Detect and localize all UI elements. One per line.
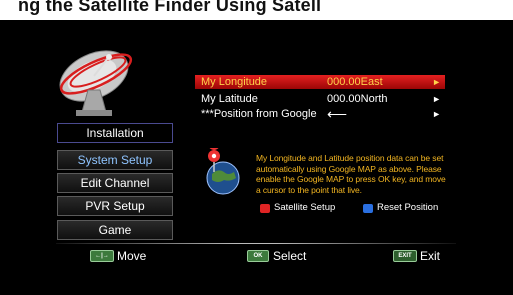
move-key-icon: ←|→ [90,250,114,262]
red-key-icon [260,204,270,213]
title-fragment: ng the Satellite Finder Using Satell [18,0,322,15]
footer-select-label: Select [273,249,307,263]
setting-value: 000.00North [327,93,388,105]
footer-exit-label: Exit [420,249,441,263]
exit-key-icon: EXIT [393,250,417,262]
red-key-label[interactable]: Satellite Setup [274,202,335,213]
globe-pin-icon [206,148,240,195]
setting-row-longitude[interactable]: My Longitude 000.00East ► [195,75,445,89]
info-text: My Longitude and Latitude position data … [256,153,446,195]
browser-title-strip: ng the Satellite Finder Using Satell [0,0,513,20]
setting-row-position-from-google[interactable]: ***Position from Google ⟵ ► [195,107,445,121]
blue-key-label[interactable]: Reset Position [377,202,438,213]
setting-row-latitude[interactable]: My Latitude 000.00North ► [195,92,445,106]
tab-installation[interactable]: Installation [57,123,173,143]
tab-pvr-setup[interactable]: PVR Setup [57,196,173,216]
footer-move-label: Move [117,249,147,263]
footer-divider [56,243,456,244]
tab-edit-channel[interactable]: Edit Channel [57,173,173,193]
arrow-right-icon: ► [432,109,441,119]
tab-system-setup[interactable]: System Setup [57,150,173,170]
satellite-dish-icon [59,50,133,116]
setting-label: My Longitude [201,76,268,88]
arrow-right-icon: ► [432,94,441,104]
setting-label: ***Position from Google [201,108,317,120]
arrow-right-icon: ► [432,77,441,87]
setting-value: 000.00East [327,76,383,88]
tab-game[interactable]: Game [57,220,173,240]
blue-key-icon [363,204,373,213]
enter-arrow-icon: ⟵ [327,106,348,122]
setting-label: My Latitude [201,93,258,105]
ok-key-icon: OK [247,250,269,262]
